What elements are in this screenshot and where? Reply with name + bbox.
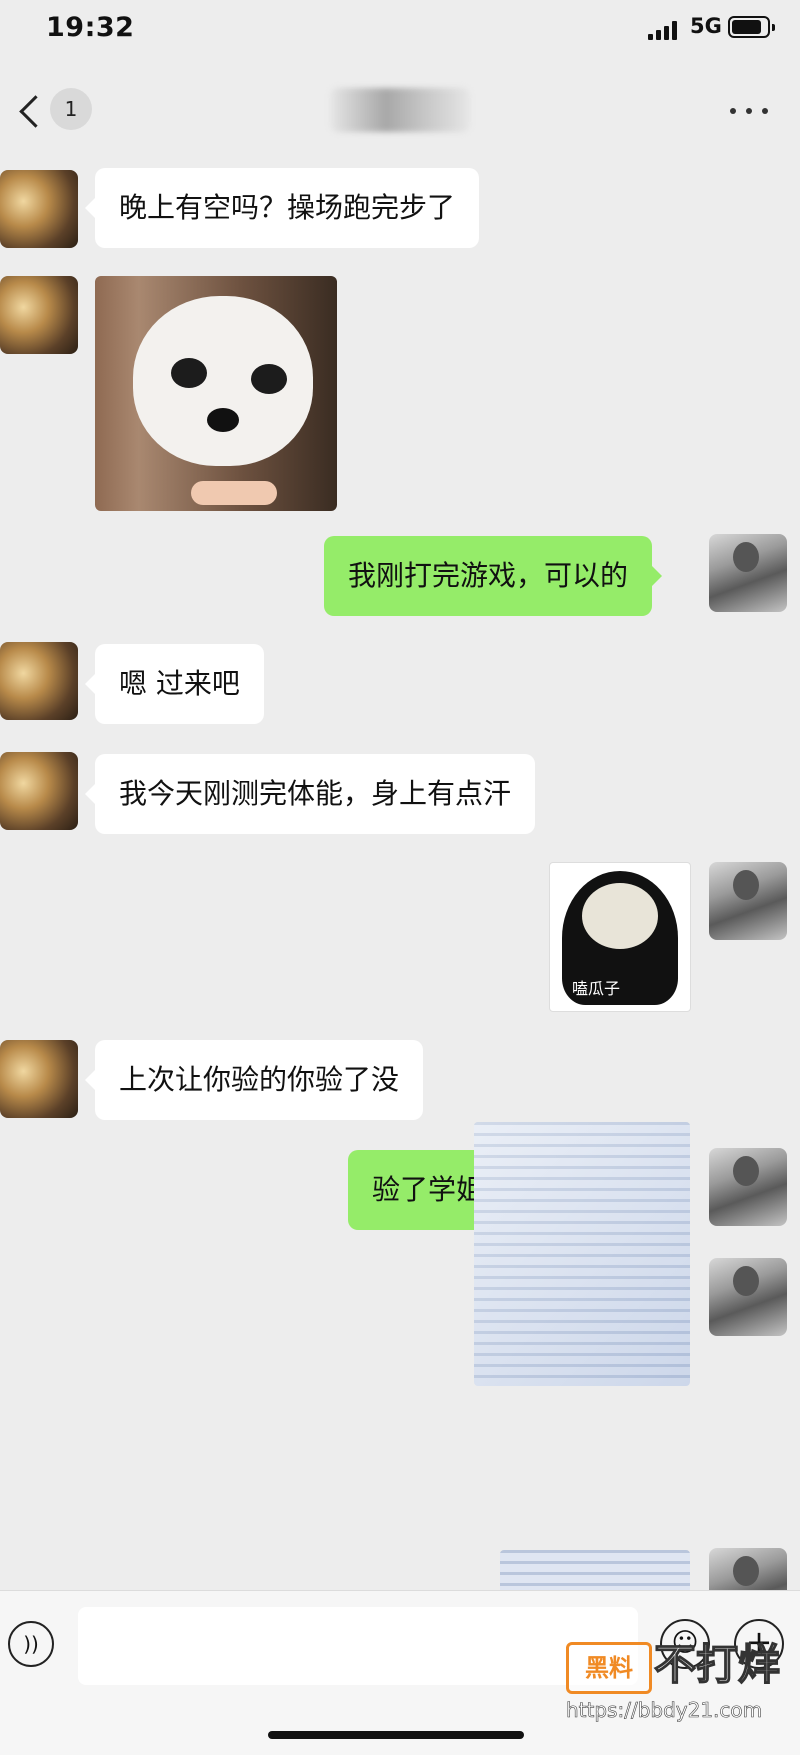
sticker-caption: 嗑瓜子 (572, 979, 621, 998)
panda-meme-sticker[interactable]: 嗑瓜子 (549, 862, 691, 1012)
contact-avatar[interactable] (0, 170, 78, 248)
chat-title (330, 88, 470, 132)
message-list[interactable]: 晚上有空吗？操场跑完步了 我刚打完游戏，可以的 嗯 过来吧 我今天刚测完体能，身… (0, 160, 800, 1590)
more-options-button[interactable] (730, 104, 770, 118)
dog-nose (207, 408, 239, 432)
watermark-text: 不打烊 (653, 1640, 781, 1689)
status-bar: 19:32 5G (0, 0, 800, 60)
my-avatar[interactable] (709, 1148, 787, 1226)
contact-avatar[interactable] (0, 1040, 78, 1118)
dog-face (133, 296, 313, 466)
dog-eye (171, 358, 207, 388)
message-bubble-received[interactable]: 我今天刚测完体能，身上有点汗 (84, 754, 536, 834)
back-button[interactable] (14, 90, 50, 138)
status-time: 19:32 (46, 12, 135, 43)
medical-report-image[interactable] (474, 1122, 690, 1386)
message-bubble-sent[interactable]: 我刚打完游戏，可以的 (324, 536, 663, 616)
message-bubble-received[interactable]: 晚上有空吗？操场跑完步了 (84, 168, 480, 248)
watermark: 黑料 不打烊 https://bbdy21.com (566, 1640, 796, 1732)
my-avatar[interactable] (709, 1258, 787, 1336)
battery-icon (728, 16, 775, 38)
home-indicator (268, 1731, 524, 1739)
contact-avatar[interactable] (0, 752, 78, 830)
my-avatar[interactable] (709, 1548, 787, 1590)
message-bubble-received[interactable]: 上次让你验的你验了没 (84, 1040, 424, 1120)
dog-eye (251, 364, 287, 394)
network-type: 5G (690, 14, 722, 38)
panda-face (582, 883, 658, 949)
signal-icon (648, 20, 682, 40)
message-input[interactable] (78, 1607, 638, 1685)
contact-avatar[interactable] (0, 276, 78, 354)
watermark-badge: 黑料 (566, 1642, 652, 1694)
dog-hands (191, 481, 277, 505)
message-bubble-received[interactable]: 嗯 过来吧 (85, 644, 264, 724)
battery-level (732, 20, 761, 34)
watermark-url: https://bbdy21.com (566, 1698, 763, 1723)
chat-header: 1 (0, 60, 800, 160)
chihuahua-meme-image[interactable] (95, 276, 337, 511)
contact-avatar[interactable] (0, 642, 78, 720)
unread-count-badge[interactable]: 1 (50, 88, 92, 130)
medical-report-image-partial[interactable] (500, 1550, 690, 1590)
my-avatar[interactable] (709, 862, 787, 940)
my-avatar[interactable] (709, 534, 787, 612)
voice-input-button[interactable]: )) (8, 1621, 54, 1667)
